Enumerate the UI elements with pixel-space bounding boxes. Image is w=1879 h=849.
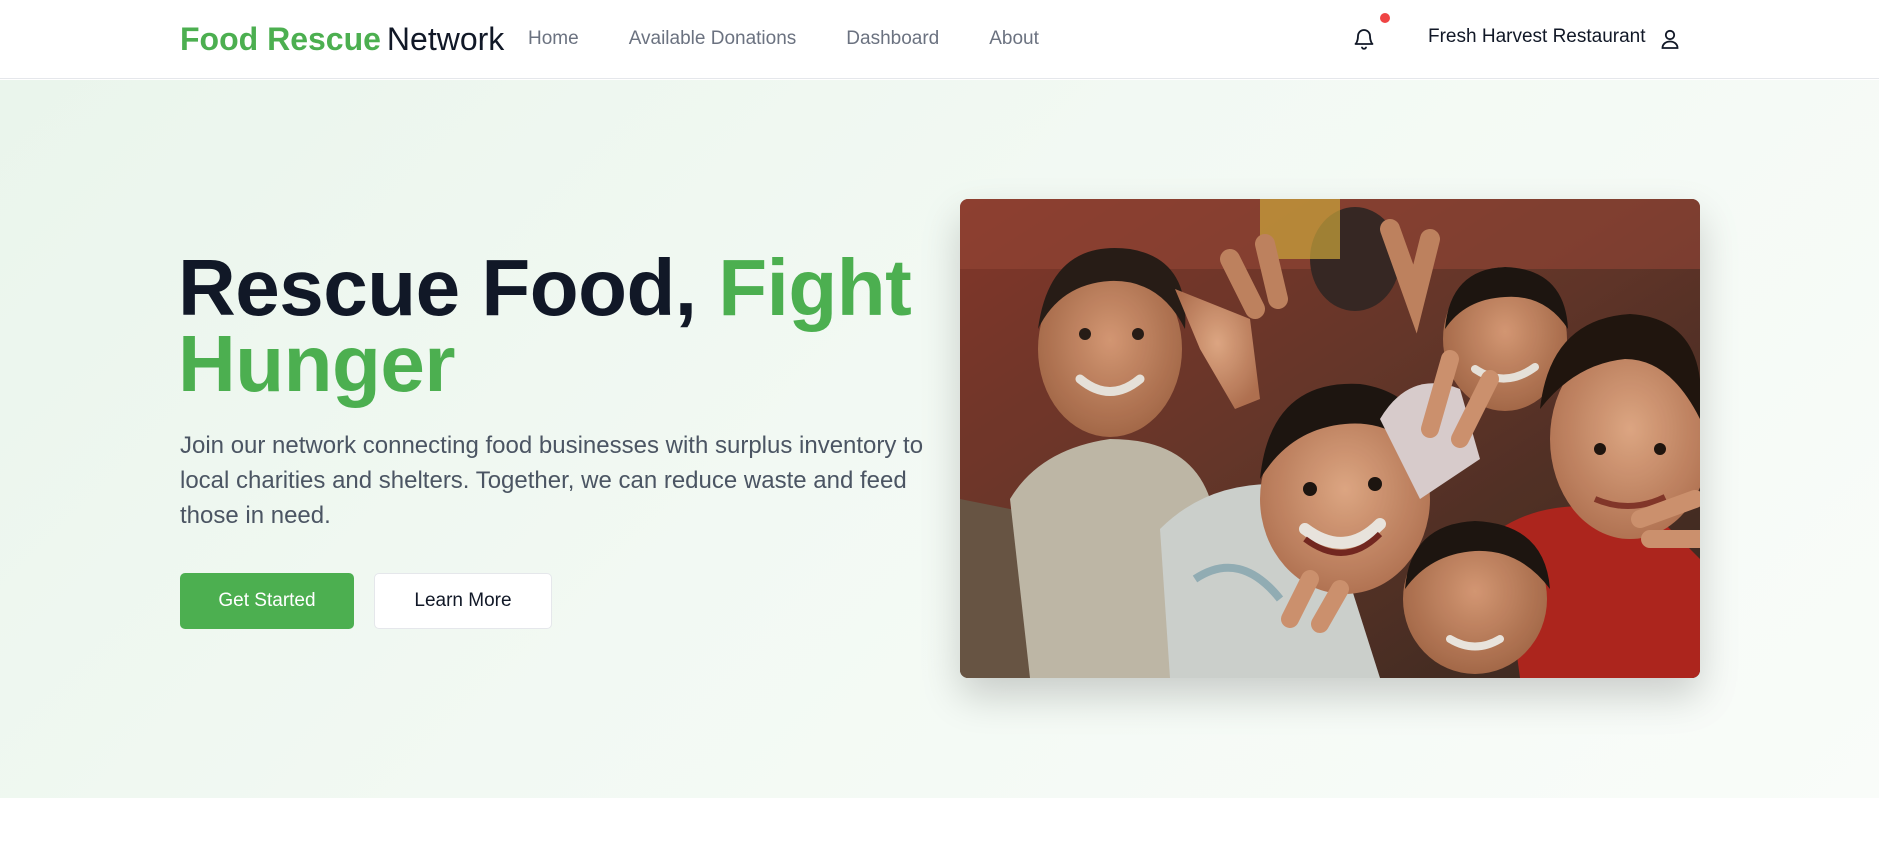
learn-more-button[interactable]: Learn More bbox=[374, 573, 552, 629]
nav-item-available-donations[interactable]: Available Donations bbox=[629, 28, 797, 50]
hero-photo bbox=[960, 199, 1700, 678]
brand-name-primary: Food Rescue bbox=[180, 20, 381, 57]
site-header: Food Rescue Network Home Available Donat… bbox=[0, 0, 1879, 79]
brand-name-secondary: Network bbox=[386, 20, 505, 57]
hero-subtitle: Join our network connecting food busines… bbox=[180, 432, 924, 529]
bell-icon[interactable] bbox=[1352, 26, 1376, 52]
notification-badge bbox=[1380, 13, 1390, 23]
account-name[interactable]: Fresh Harvest Restaurant bbox=[1428, 26, 1646, 48]
nav-item-home[interactable]: Home bbox=[528, 28, 579, 50]
nav-item-about[interactable]: About bbox=[989, 28, 1039, 50]
nav-item-dashboard[interactable]: Dashboard bbox=[846, 28, 939, 50]
brand-logo[interactable]: Food Rescue Network bbox=[180, 18, 504, 60]
get-started-button[interactable]: Get Started bbox=[180, 573, 354, 629]
user-icon[interactable] bbox=[1659, 27, 1681, 51]
main-nav: Home Available Donations Dashboard About bbox=[528, 24, 1089, 54]
hero-title: Rescue Food, Fight Hunger bbox=[178, 248, 938, 404]
